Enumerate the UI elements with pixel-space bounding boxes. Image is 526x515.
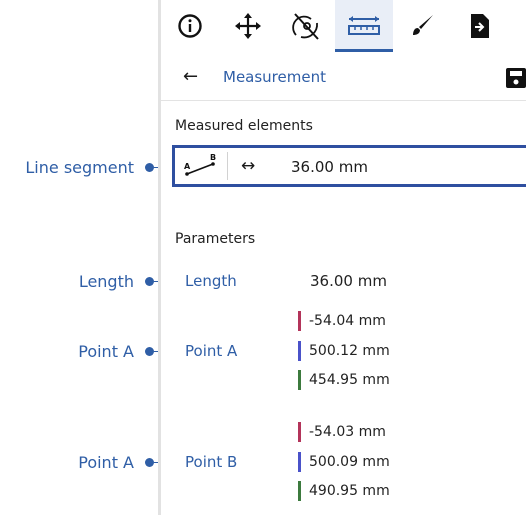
- callout-dot: [145, 162, 154, 172]
- hide-tool-button[interactable]: [277, 0, 335, 52]
- callout-dot: [145, 346, 154, 356]
- callout-dot: [145, 276, 154, 286]
- point-b-y: 500.09 mm: [298, 451, 390, 473]
- callout-point-a-second-label: Point A: [78, 452, 134, 472]
- hide-icon: [292, 13, 319, 40]
- point-b-label: Point B: [185, 453, 238, 471]
- z-axis-marker: [298, 370, 301, 390]
- point-b-z-value: 490.95 mm: [309, 483, 390, 499]
- callout-point-a: Point A: [0, 340, 162, 362]
- segment-label-b: B: [210, 153, 216, 162]
- page-title: Measurement: [223, 68, 326, 86]
- export-icon: [471, 14, 489, 38]
- ruler-icon: [348, 16, 380, 35]
- move-tool-button[interactable]: [219, 0, 277, 52]
- navigation-bar: ← Measurement: [161, 56, 526, 101]
- save-icon[interactable]: [502, 67, 526, 89]
- length-label: Length: [185, 272, 237, 290]
- export-tool-button[interactable]: [451, 0, 509, 52]
- measured-element-line-segment[interactable]: A B ↔ 36.00 mm: [172, 145, 526, 187]
- double-arrow-icon: ↔: [241, 156, 256, 176]
- callout-point-a-label: Point A: [78, 341, 134, 361]
- segment-label-a: A: [184, 162, 191, 171]
- point-a-y: 500.12 mm: [298, 340, 390, 362]
- point-b-x: -54.03 mm: [298, 421, 386, 443]
- callout-dot: [145, 457, 154, 467]
- point-a-y-value: 500.12 mm: [309, 343, 390, 359]
- info-icon: [178, 14, 202, 38]
- callout-length-label: Length: [78, 271, 134, 291]
- y-axis-marker: [298, 341, 301, 361]
- measured-elements-heading: Measured elements: [175, 118, 313, 134]
- callout-point-a-second: Point A: [0, 451, 162, 473]
- toolbar: [161, 0, 526, 55]
- callout-line-segment: Line segment: [0, 156, 162, 178]
- point-a-z: 454.95 mm: [298, 369, 390, 391]
- point-a-x-value: -54.04 mm: [309, 313, 386, 329]
- measured-element-value: 36.00 mm: [291, 158, 368, 176]
- measurement-tool-button[interactable]: [335, 0, 393, 52]
- z-axis-marker: [298, 481, 301, 501]
- point-a-x: -54.04 mm: [298, 310, 386, 332]
- y-axis-marker: [298, 452, 301, 472]
- info-tool-button[interactable]: [161, 0, 219, 52]
- brush-icon: [413, 15, 433, 35]
- move-icon: [235, 13, 261, 39]
- x-axis-marker: [298, 311, 301, 331]
- point-a-label: Point A: [185, 342, 238, 360]
- callout-line-segment-label: Line segment: [25, 157, 134, 177]
- point-a-z-value: 454.95 mm: [309, 372, 390, 388]
- point-b-z: 490.95 mm: [298, 480, 390, 502]
- brush-tool-button[interactable]: [393, 0, 451, 52]
- back-button[interactable]: ←: [183, 66, 198, 87]
- point-b-y-value: 500.09 mm: [309, 454, 390, 470]
- line-segment-icon: A B: [181, 152, 228, 180]
- point-b-x-value: -54.03 mm: [309, 424, 386, 440]
- parameters-heading: Parameters: [175, 231, 256, 247]
- length-value: 36.00 mm: [310, 272, 387, 290]
- measurement-panel: ← Measurement Measured elements A B ↔ 36…: [161, 0, 526, 515]
- callout-length: Length: [0, 270, 162, 292]
- segment-shape: A B: [184, 153, 216, 176]
- x-axis-marker: [298, 422, 301, 442]
